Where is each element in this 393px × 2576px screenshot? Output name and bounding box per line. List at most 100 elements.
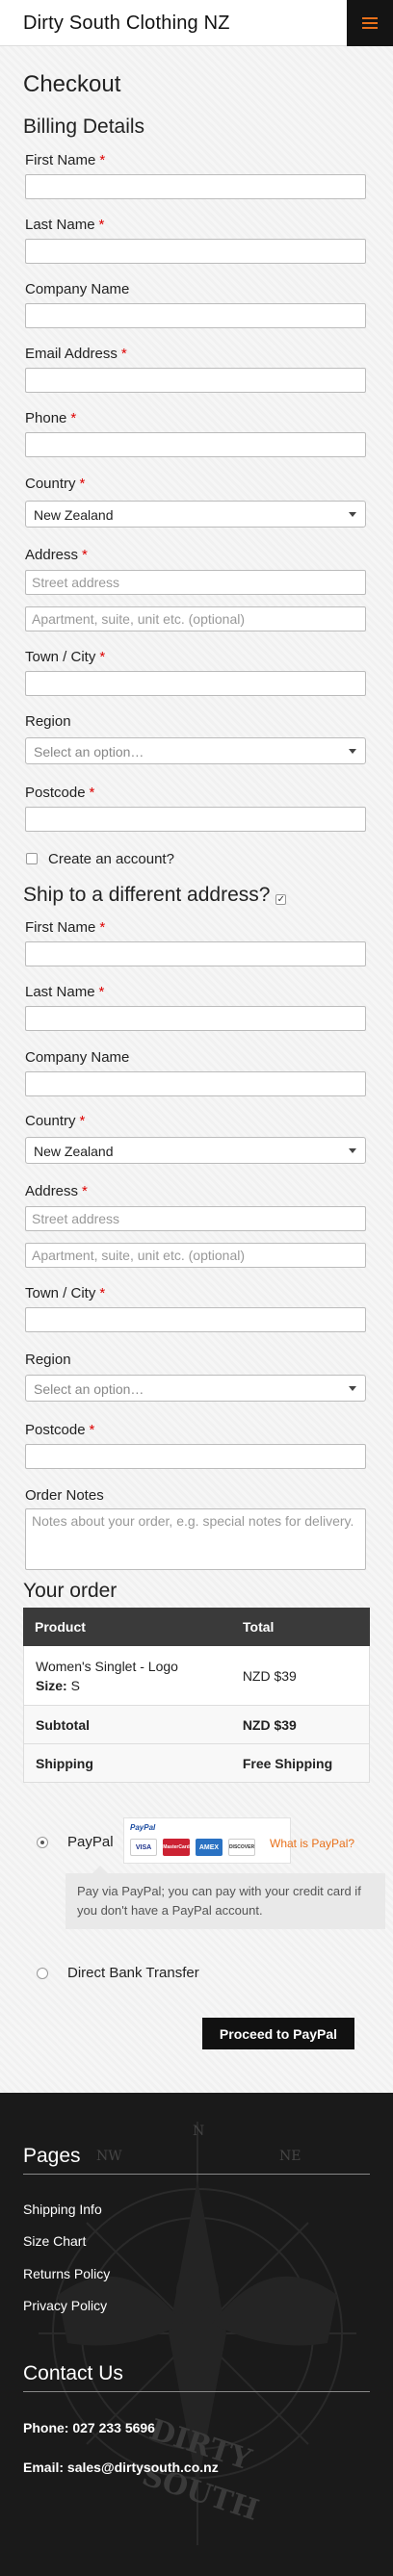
discover-card-icon: DISCOVER [228,1839,255,1856]
billing-postcode-input[interactable] [25,807,366,832]
ship-different-title: Ship to a different address? ✓ [23,884,287,906]
dropdown-caret-icon [349,749,356,754]
visa-card-icon: VISA [130,1839,157,1856]
shipping-label: Shipping [36,1755,93,1771]
compass-n: N [193,2124,204,2139]
paypal-label[interactable]: PayPal [67,1834,114,1850]
mastercard-card-icon: MasterCard [163,1839,190,1856]
footer-phone: Phone: 027 233 5696 [23,2420,155,2435]
billing-region-label: Region [25,713,71,730]
billing-town-input[interactable] [25,671,366,696]
billing-phone-input[interactable] [25,432,366,457]
billing-country-label: Country * [25,476,86,492]
bank-transfer-label[interactable]: Direct Bank Transfer [67,1965,199,1981]
create-account-label: Create an account? [48,851,174,867]
your-order-title: Your order [23,1580,118,1602]
footer-link-size-chart[interactable]: Size Chart [23,2233,86,2249]
billing-phone-label: Phone * [25,410,77,426]
shipping-company-input[interactable] [25,1071,366,1096]
compass-emblem-icon: DIRTY SOUTH N NE NW [39,2122,356,2545]
table-row: Subtotal NZD $39 [23,1706,370,1744]
what-is-paypal-link[interactable]: What is PayPal? [270,1837,354,1850]
billing-first-name-label: First Name * [25,152,106,168]
create-account-checkbox[interactable] [26,853,38,864]
site-header: Dirty South Clothing NZ [0,0,393,46]
bank-transfer-radio[interactable] [37,1968,48,1979]
shipping-town-label: Town / City * [25,1285,106,1301]
amex-card-icon: AMEX [196,1839,223,1856]
shipping-first-name-label: First Name * [25,919,106,936]
billing-last-name-label: Last Name * [25,217,105,233]
footer-divider [23,2174,370,2175]
billing-company-label: Company Name [25,281,130,297]
shipping-postcode-label: Postcode * [25,1422,95,1438]
shipping-company-label: Company Name [25,1049,130,1066]
hamburger-icon [362,17,378,29]
billing-last-name-input[interactable] [25,239,366,264]
compass-nw: NW [96,2149,122,2164]
shipping-region-select[interactable]: Select an option… [25,1375,366,1402]
billing-address-label: Address * [25,547,88,563]
shipping-postcode-input[interactable] [25,1444,366,1469]
footer-email[interactable]: Email: sales@dirtysouth.co.nz [23,2460,219,2475]
paypal-cards-logo: PayPal VISA MasterCard AMEX DISCOVER [123,1817,291,1864]
billing-first-name-input[interactable] [25,174,366,199]
shipping-country-label: Country * [25,1113,86,1129]
billing-company-input[interactable] [25,303,366,328]
page-title: Checkout [23,71,121,97]
site-title[interactable]: Dirty South Clothing NZ [23,13,230,35]
footer-pages-title: Pages [23,2145,81,2167]
item-name: Women's Singlet - Logo [36,1658,178,1674]
order-notes-label: Order Notes [25,1487,104,1504]
shipping-value: Free Shipping [242,1755,333,1771]
shipping-country-select[interactable]: New Zealand [25,1137,366,1164]
shipping-town-input[interactable] [25,1307,366,1332]
shipping-street-input[interactable] [25,1206,366,1231]
shipping-region-placeholder: Select an option… [34,1381,144,1397]
subtotal-label: Subtotal [36,1716,90,1733]
table-row: Shipping Free Shipping [23,1744,370,1783]
col-product: Product [35,1619,86,1635]
shipping-first-name-input[interactable] [25,941,366,966]
order-table-header: Product Total [23,1608,370,1646]
footer-divider [23,2391,370,2392]
shipping-apartment-input[interactable] [25,1243,366,1268]
billing-postcode-label: Postcode * [25,785,95,801]
footer-link-shipping-info[interactable]: Shipping Info [23,2202,102,2217]
footer-link-privacy-policy[interactable]: Privacy Policy [23,2298,107,2313]
size-value: S [70,1677,80,1693]
paypal-logo-icon: PayPal [130,1823,156,1832]
billing-street-input[interactable] [25,570,366,595]
shipping-country-value: New Zealand [34,1144,114,1159]
table-row: Women's Singlet - Logo Size: S NZD $39 [23,1646,370,1706]
billing-town-label: Town / City * [25,649,106,665]
ship-different-checkbox[interactable]: ✓ [275,894,287,905]
item-total: NZD $39 [242,1667,297,1684]
billing-region-placeholder: Select an option… [34,744,144,760]
dropdown-caret-icon [349,1148,356,1153]
footer-contact-title: Contact Us [23,2362,123,2384]
site-footer: DIRTY SOUTH N NE NW Pages Shipping Info … [0,2093,393,2576]
proceed-to-paypal-button[interactable]: Proceed to PayPal [202,2018,354,2049]
paypal-description: Pay via PayPal; you can pay with your cr… [66,1866,385,1929]
paypal-radio[interactable] [37,1837,48,1848]
billing-email-input[interactable] [25,368,366,393]
billing-country-select[interactable]: New Zealand [25,501,366,528]
shipping-address-label: Address * [25,1183,88,1199]
order-notes-textarea[interactable]: Notes about your order, e.g. special not… [25,1508,366,1570]
dropdown-caret-icon [349,512,356,517]
shipping-last-name-input[interactable] [25,1006,366,1031]
billing-country-value: New Zealand [34,507,114,523]
menu-button[interactable] [347,0,393,46]
subtotal-value: NZD $39 [242,1716,297,1733]
dropdown-caret-icon [349,1386,356,1391]
billing-region-select[interactable]: Select an option… [25,737,366,764]
size-label: Size: [36,1677,67,1693]
billing-email-label: Email Address * [25,346,127,362]
billing-title: Billing Details [23,116,145,138]
compass-ne: NE [279,2149,301,2164]
billing-apartment-input[interactable] [25,606,366,631]
shipping-last-name-label: Last Name * [25,984,105,1000]
order-table: Product Total Women's Singlet - Logo Siz… [23,1608,370,1783]
footer-link-returns-policy[interactable]: Returns Policy [23,2266,110,2281]
